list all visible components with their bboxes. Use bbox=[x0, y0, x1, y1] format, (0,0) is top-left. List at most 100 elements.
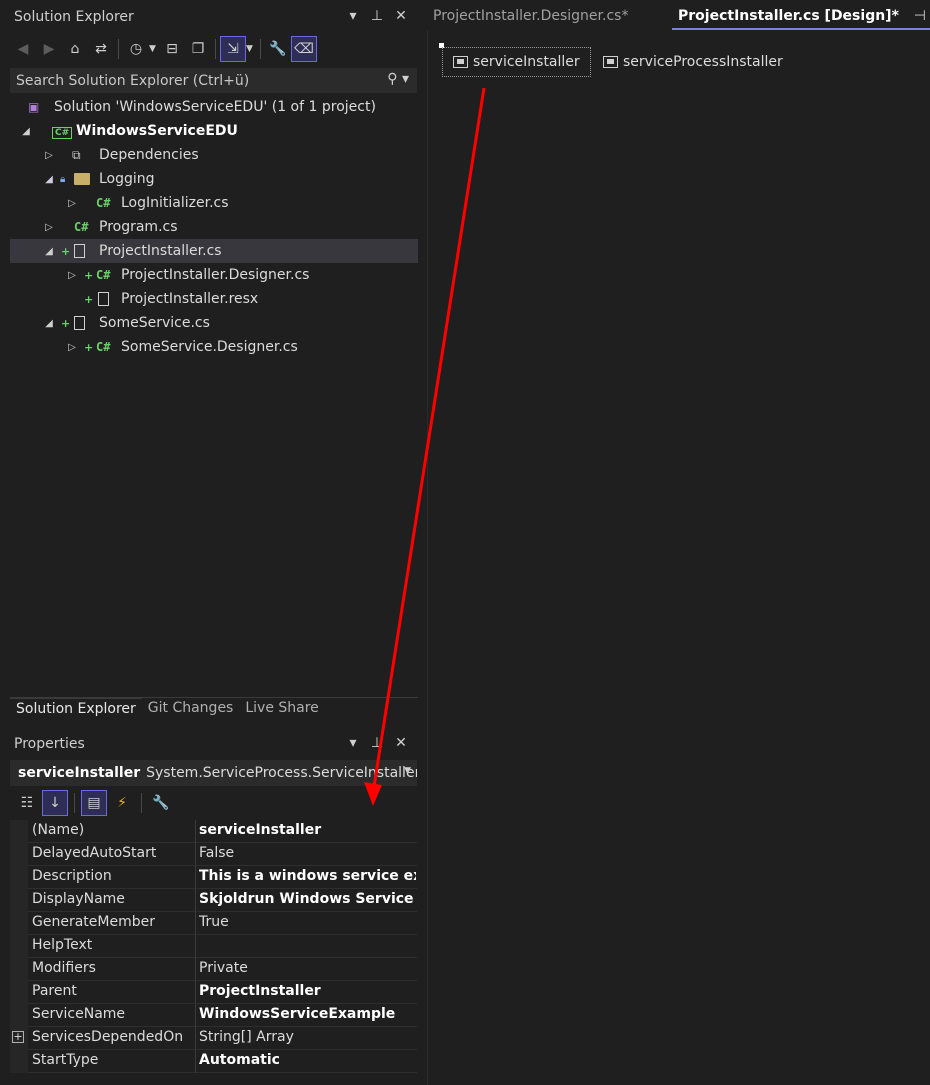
property-row[interactable]: ServiceName WindowsServiceExample bbox=[10, 1004, 417, 1027]
property-column-divider[interactable] bbox=[195, 1050, 196, 1073]
collapsed-arrow-icon[interactable]: ▷ bbox=[66, 270, 78, 281]
property-column-divider[interactable] bbox=[195, 866, 196, 889]
collapsed-arrow-icon[interactable]: ▷ bbox=[66, 198, 78, 209]
pin-icon[interactable]: ⊥ bbox=[370, 8, 384, 24]
collapsed-arrow-icon[interactable]: ▷ bbox=[43, 150, 55, 161]
property-column-divider[interactable] bbox=[195, 843, 196, 866]
property-row[interactable]: Parent ProjectInstaller bbox=[10, 981, 417, 1004]
tree-item-someservice[interactable]: ◢ + SomeService.cs bbox=[10, 311, 418, 335]
pin-icon[interactable]: ⊥ bbox=[370, 735, 384, 751]
categorized-icon[interactable]: ☷ bbox=[14, 790, 40, 816]
component-serviceinstaller[interactable]: serviceInstaller bbox=[442, 47, 591, 77]
tab-projectinstaller-design[interactable]: ProjectInstaller.cs [Design]* ⊣ ✕ bbox=[672, 4, 930, 30]
close-icon[interactable]: ✕ bbox=[394, 8, 408, 24]
tree-item-project[interactable]: ◢ C# WindowsServiceEDU bbox=[10, 119, 418, 143]
property-value[interactable]: serviceInstaller bbox=[199, 822, 416, 838]
expanded-arrow-icon[interactable]: ◢ bbox=[43, 246, 55, 257]
property-value[interactable]: WindowsServiceExample bbox=[199, 1006, 416, 1022]
chevron-down-icon[interactable]: ▼ bbox=[149, 44, 159, 54]
tree-item-dependencies[interactable]: ▷ ⧉ Dependencies bbox=[10, 143, 418, 167]
property-row[interactable]: GenerateMember True bbox=[10, 912, 417, 935]
alphabetical-icon[interactable]: ↓ bbox=[42, 790, 68, 816]
properties-wrench-icon[interactable]: 🔧 bbox=[265, 36, 291, 62]
solution-explorer-title-buttons: ▾ ⊥ ✕ bbox=[346, 8, 408, 24]
pending-changes-filter-icon[interactable]: ◷ bbox=[123, 36, 149, 62]
added-badge-icon: + bbox=[84, 292, 94, 306]
properties-title: Properties bbox=[14, 736, 85, 752]
expand-plus-icon[interactable]: + bbox=[12, 1031, 24, 1043]
tab-projectinstaller-designer[interactable]: ProjectInstaller.Designer.cs* bbox=[427, 4, 634, 30]
property-row[interactable]: Modifiers Private bbox=[10, 958, 417, 981]
pin-tab-icon[interactable]: ⊣ bbox=[914, 8, 926, 24]
property-column-divider[interactable] bbox=[195, 889, 196, 912]
lock-icon: 🔒︎ bbox=[60, 173, 66, 185]
window-position-dropdown-icon[interactable]: ▾ bbox=[346, 735, 360, 751]
property-column-divider[interactable] bbox=[195, 958, 196, 981]
property-row[interactable]: (Name) serviceInstaller bbox=[10, 820, 417, 843]
property-value[interactable]: True bbox=[199, 914, 416, 930]
home-icon[interactable]: ⌂ bbox=[62, 36, 88, 62]
property-name: ServiceName bbox=[32, 1006, 126, 1022]
property-value[interactable]: Private bbox=[199, 960, 416, 976]
property-column-divider[interactable] bbox=[195, 981, 196, 1004]
property-column-divider[interactable] bbox=[195, 1027, 196, 1050]
collapsed-arrow-icon[interactable]: ▷ bbox=[43, 222, 55, 233]
property-value[interactable]: ProjectInstaller bbox=[199, 983, 416, 999]
property-column-divider[interactable] bbox=[195, 912, 196, 935]
back-icon[interactable]: ◀ bbox=[10, 36, 36, 62]
expanded-arrow-icon[interactable]: ◢ bbox=[20, 126, 32, 137]
property-row[interactable]: HelpText bbox=[10, 935, 417, 958]
tree-item-logging[interactable]: ◢ 🔒︎ Logging bbox=[10, 167, 418, 191]
forward-icon[interactable]: ▶ bbox=[36, 36, 62, 62]
switch-views-icon[interactable]: ⇄ bbox=[88, 36, 114, 62]
tree-item-solution[interactable]: ▣ Solution 'WindowsServiceEDU' (1 of 1 p… bbox=[10, 95, 418, 119]
tab-solution-explorer[interactable]: Solution Explorer bbox=[10, 698, 142, 722]
tree-item-projectinstaller[interactable]: ◢ + ProjectInstaller.cs bbox=[10, 239, 418, 263]
chevron-down-icon[interactable]: ▼ bbox=[404, 766, 411, 776]
component-designer-surface[interactable]: serviceInstaller serviceProcessInstaller bbox=[427, 30, 930, 1085]
property-column-divider[interactable] bbox=[195, 1004, 196, 1027]
added-badge-icon: + bbox=[61, 244, 71, 258]
property-row[interactable]: StartType Automatic bbox=[10, 1050, 417, 1073]
property-row[interactable]: DisplayName Skjoldrun Windows Service Exa bbox=[10, 889, 417, 912]
added-badge-icon: + bbox=[84, 268, 94, 282]
component-serviceprocessinstaller[interactable]: serviceProcessInstaller bbox=[593, 47, 793, 77]
property-name: HelpText bbox=[32, 937, 93, 953]
tree-item-loginitializer[interactable]: ▷ C# LogInitializer.cs bbox=[10, 191, 418, 215]
property-value[interactable]: This is a windows service exam bbox=[199, 868, 416, 884]
properties-object-selector[interactable]: serviceInstaller System.ServiceProcess.S… bbox=[10, 760, 417, 786]
property-value[interactable]: String[] Array bbox=[199, 1029, 416, 1045]
collapsed-arrow-icon[interactable]: ▷ bbox=[66, 342, 78, 353]
tab-git-changes[interactable]: Git Changes bbox=[142, 698, 240, 722]
solution-icon: ▣ bbox=[28, 100, 40, 114]
property-column-divider[interactable] bbox=[195, 820, 196, 843]
property-column-divider[interactable] bbox=[195, 935, 196, 958]
tree-item-someservice-designer[interactable]: ▷ + C# SomeService.Designer.cs bbox=[10, 335, 418, 359]
tab-live-share[interactable]: Live Share bbox=[239, 698, 324, 722]
property-value[interactable]: Automatic bbox=[199, 1052, 416, 1068]
search-input[interactable] bbox=[16, 72, 376, 89]
tree-item-projectinstaller-resx[interactable]: + ProjectInstaller.resx bbox=[10, 287, 418, 311]
properties-view-icon[interactable]: ▤ bbox=[81, 790, 107, 816]
property-value[interactable]: Skjoldrun Windows Service Exa bbox=[199, 891, 416, 907]
close-icon[interactable]: ✕ bbox=[394, 735, 408, 751]
property-row[interactable]: Description This is a windows service exa… bbox=[10, 866, 417, 889]
search-icon[interactable]: ⚲ ▾ bbox=[387, 71, 409, 87]
tree-item-projectinstaller-designer[interactable]: ▷ + C# ProjectInstaller.Designer.cs bbox=[10, 263, 418, 287]
chevron-down-icon[interactable]: ▼ bbox=[246, 44, 256, 54]
window-position-dropdown-icon[interactable]: ▾ bbox=[346, 8, 360, 24]
collapse-all-icon[interactable]: ⊟ bbox=[159, 36, 185, 62]
property-pages-wrench-icon[interactable]: 🔧 bbox=[148, 790, 174, 816]
expanded-arrow-icon[interactable]: ◢ bbox=[43, 318, 55, 329]
property-row[interactable]: DelayedAutoStart False bbox=[10, 843, 417, 866]
tree-item-program[interactable]: ▷ C# Program.cs bbox=[10, 215, 418, 239]
property-row-gutter bbox=[10, 843, 28, 866]
show-all-files-icon[interactable]: ❐ bbox=[185, 36, 211, 62]
solution-explorer-search[interactable]: ⚲ ▾ bbox=[10, 68, 417, 93]
preview-selected-items-icon[interactable]: ⌫ bbox=[291, 36, 317, 62]
property-value[interactable]: False bbox=[199, 845, 416, 861]
events-lightning-icon[interactable]: ⚡ bbox=[109, 790, 135, 816]
property-row[interactable]: + ServicesDependedOn String[] Array bbox=[10, 1027, 417, 1050]
sync-with-active-document-icon[interactable]: ⇲ bbox=[220, 36, 246, 62]
expanded-arrow-icon[interactable]: ◢ bbox=[43, 174, 55, 185]
